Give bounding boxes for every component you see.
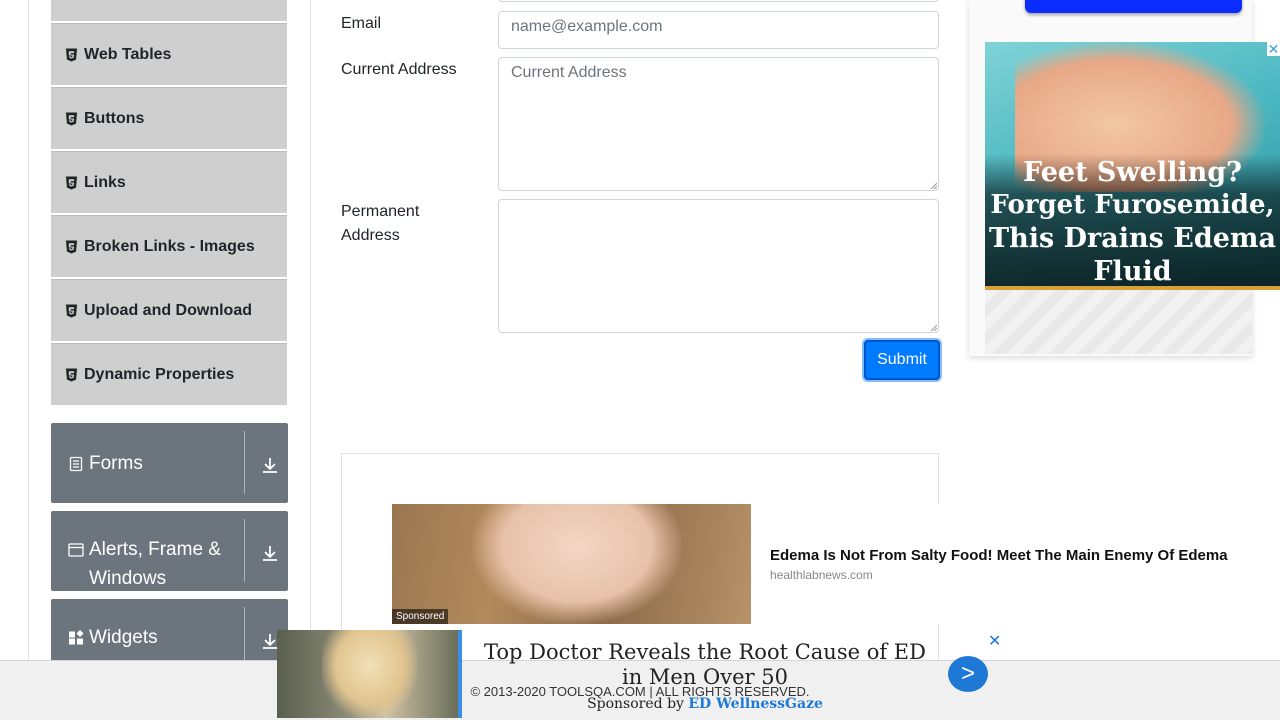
- html5-icon: [65, 48, 78, 61]
- group-label-wrap: Alerts, Frame & Windows: [68, 535, 239, 593]
- html5-icon: [65, 176, 78, 189]
- group-label: Alerts, Frame & Windows: [89, 539, 221, 589]
- html5-icon: [65, 368, 78, 381]
- close-icon[interactable]: ✕: [1267, 42, 1280, 56]
- ad-image-detail: [322, 630, 417, 718]
- sidebar: Web Tables Buttons Links Broken Links - …: [28, 0, 311, 720]
- sidebar-item-partial[interactable]: [51, 0, 287, 21]
- ad-headline-line: Fluid: [1093, 256, 1172, 287]
- html5-icon: [65, 304, 78, 317]
- ad-sponsor-line: Sponsored by ED WellnessGaze: [475, 696, 935, 712]
- ad-title[interactable]: Edema Is Not From Salty Food! Meet The M…: [770, 547, 1228, 564]
- resize-handle-icon[interactable]: [929, 323, 937, 331]
- ad-blue-button[interactable]: [1025, 0, 1242, 13]
- sidebar-item-upload-download[interactable]: Upload and Download: [51, 279, 287, 341]
- email-field[interactable]: name@example.com: [498, 11, 939, 49]
- sidebar-item-broken-links[interactable]: Broken Links - Images: [51, 215, 287, 277]
- sponsor-name[interactable]: ED WellnessGaze: [688, 696, 823, 712]
- email-placeholder: name@example.com: [511, 18, 663, 35]
- download-icon[interactable]: [260, 543, 280, 563]
- group-divider: [244, 519, 245, 582]
- permanent-address-label: Permanent Address: [341, 203, 420, 244]
- group-divider: [244, 431, 245, 494]
- form-icon: [69, 456, 83, 472]
- ad-headline-line: Feet Swelling?: [1023, 157, 1242, 188]
- submit-button[interactable]: Submit: [864, 340, 940, 380]
- group-label: Forms: [89, 453, 143, 474]
- group-label-wrap: Forms: [68, 449, 143, 478]
- right-ad-headline: Feet Swelling? Forget Furosemide, This D…: [985, 154, 1280, 286]
- current-address-label: Current Address: [341, 61, 457, 78]
- window-icon: [68, 543, 84, 557]
- right-ad-banner[interactable]: Feet Swelling? Forget Furosemide, This D…: [985, 42, 1280, 290]
- html5-icon: [65, 240, 78, 253]
- sidebar-item-label: Broken Links - Images: [84, 237, 255, 255]
- sponsored-ad[interactable]: Sponsored Edema Is Not From Salty Food! …: [392, 504, 1280, 624]
- sponsored-prefix: Sponsored by: [587, 696, 684, 712]
- sidebar-item-label: Buttons: [84, 109, 145, 127]
- widgets-icon: [69, 630, 84, 645]
- sidebar-item-web-tables[interactable]: Web Tables: [51, 23, 287, 85]
- page: Web Tables Buttons Links Broken Links - …: [0, 0, 1280, 720]
- sponsored-label: Sponsored: [392, 609, 449, 624]
- close-icon[interactable]: ✕: [988, 631, 1001, 651]
- email-label: Email: [341, 15, 382, 32]
- permanent-address-field[interactable]: [498, 199, 939, 333]
- sidebar-item-label: Upload and Download: [84, 301, 252, 319]
- sidebar-item-dynamic-properties[interactable]: Dynamic Properties: [51, 343, 287, 405]
- download-icon[interactable]: [260, 455, 280, 475]
- go-arrow-button[interactable]: >: [948, 656, 988, 692]
- ad-headline-line: This Drains Edema: [989, 223, 1276, 254]
- sidebar-group-forms[interactable]: Forms: [51, 423, 288, 503]
- name-field-partial[interactable]: [498, 0, 939, 2]
- sidebar-item-label: Dynamic Properties: [84, 365, 235, 383]
- sidebar-item-label: Web Tables: [84, 45, 172, 63]
- current-address-field[interactable]: Current Address: [498, 57, 939, 191]
- sidebar-group-alerts[interactable]: Alerts, Frame & Windows: [51, 511, 288, 591]
- resize-handle-icon[interactable]: [929, 181, 937, 189]
- html5-icon: [65, 112, 78, 125]
- ad-image-detail: [472, 504, 682, 624]
- current-address-placeholder: Current Address: [511, 64, 627, 81]
- sidebar-item-links[interactable]: Links: [51, 151, 287, 213]
- ad-headline[interactable]: Top Doctor Reveals the Root Cause of ED …: [475, 640, 935, 690]
- ad-image: [277, 630, 462, 718]
- group-label: Widgets: [89, 627, 158, 648]
- ad-image: Sponsored: [392, 504, 751, 624]
- ad-pattern: [985, 290, 1252, 354]
- sidebar-item-buttons[interactable]: Buttons: [51, 87, 287, 149]
- group-label-wrap: Widgets: [68, 623, 158, 652]
- bottom-banner-ad[interactable]: Top Doctor Reveals the Root Cause of ED …: [277, 630, 1010, 720]
- ad-source: healthlabnews.com: [770, 568, 873, 582]
- sidebar-item-label: Links: [84, 173, 126, 191]
- ad-headline-line: Forget Furosemide,: [990, 190, 1275, 220]
